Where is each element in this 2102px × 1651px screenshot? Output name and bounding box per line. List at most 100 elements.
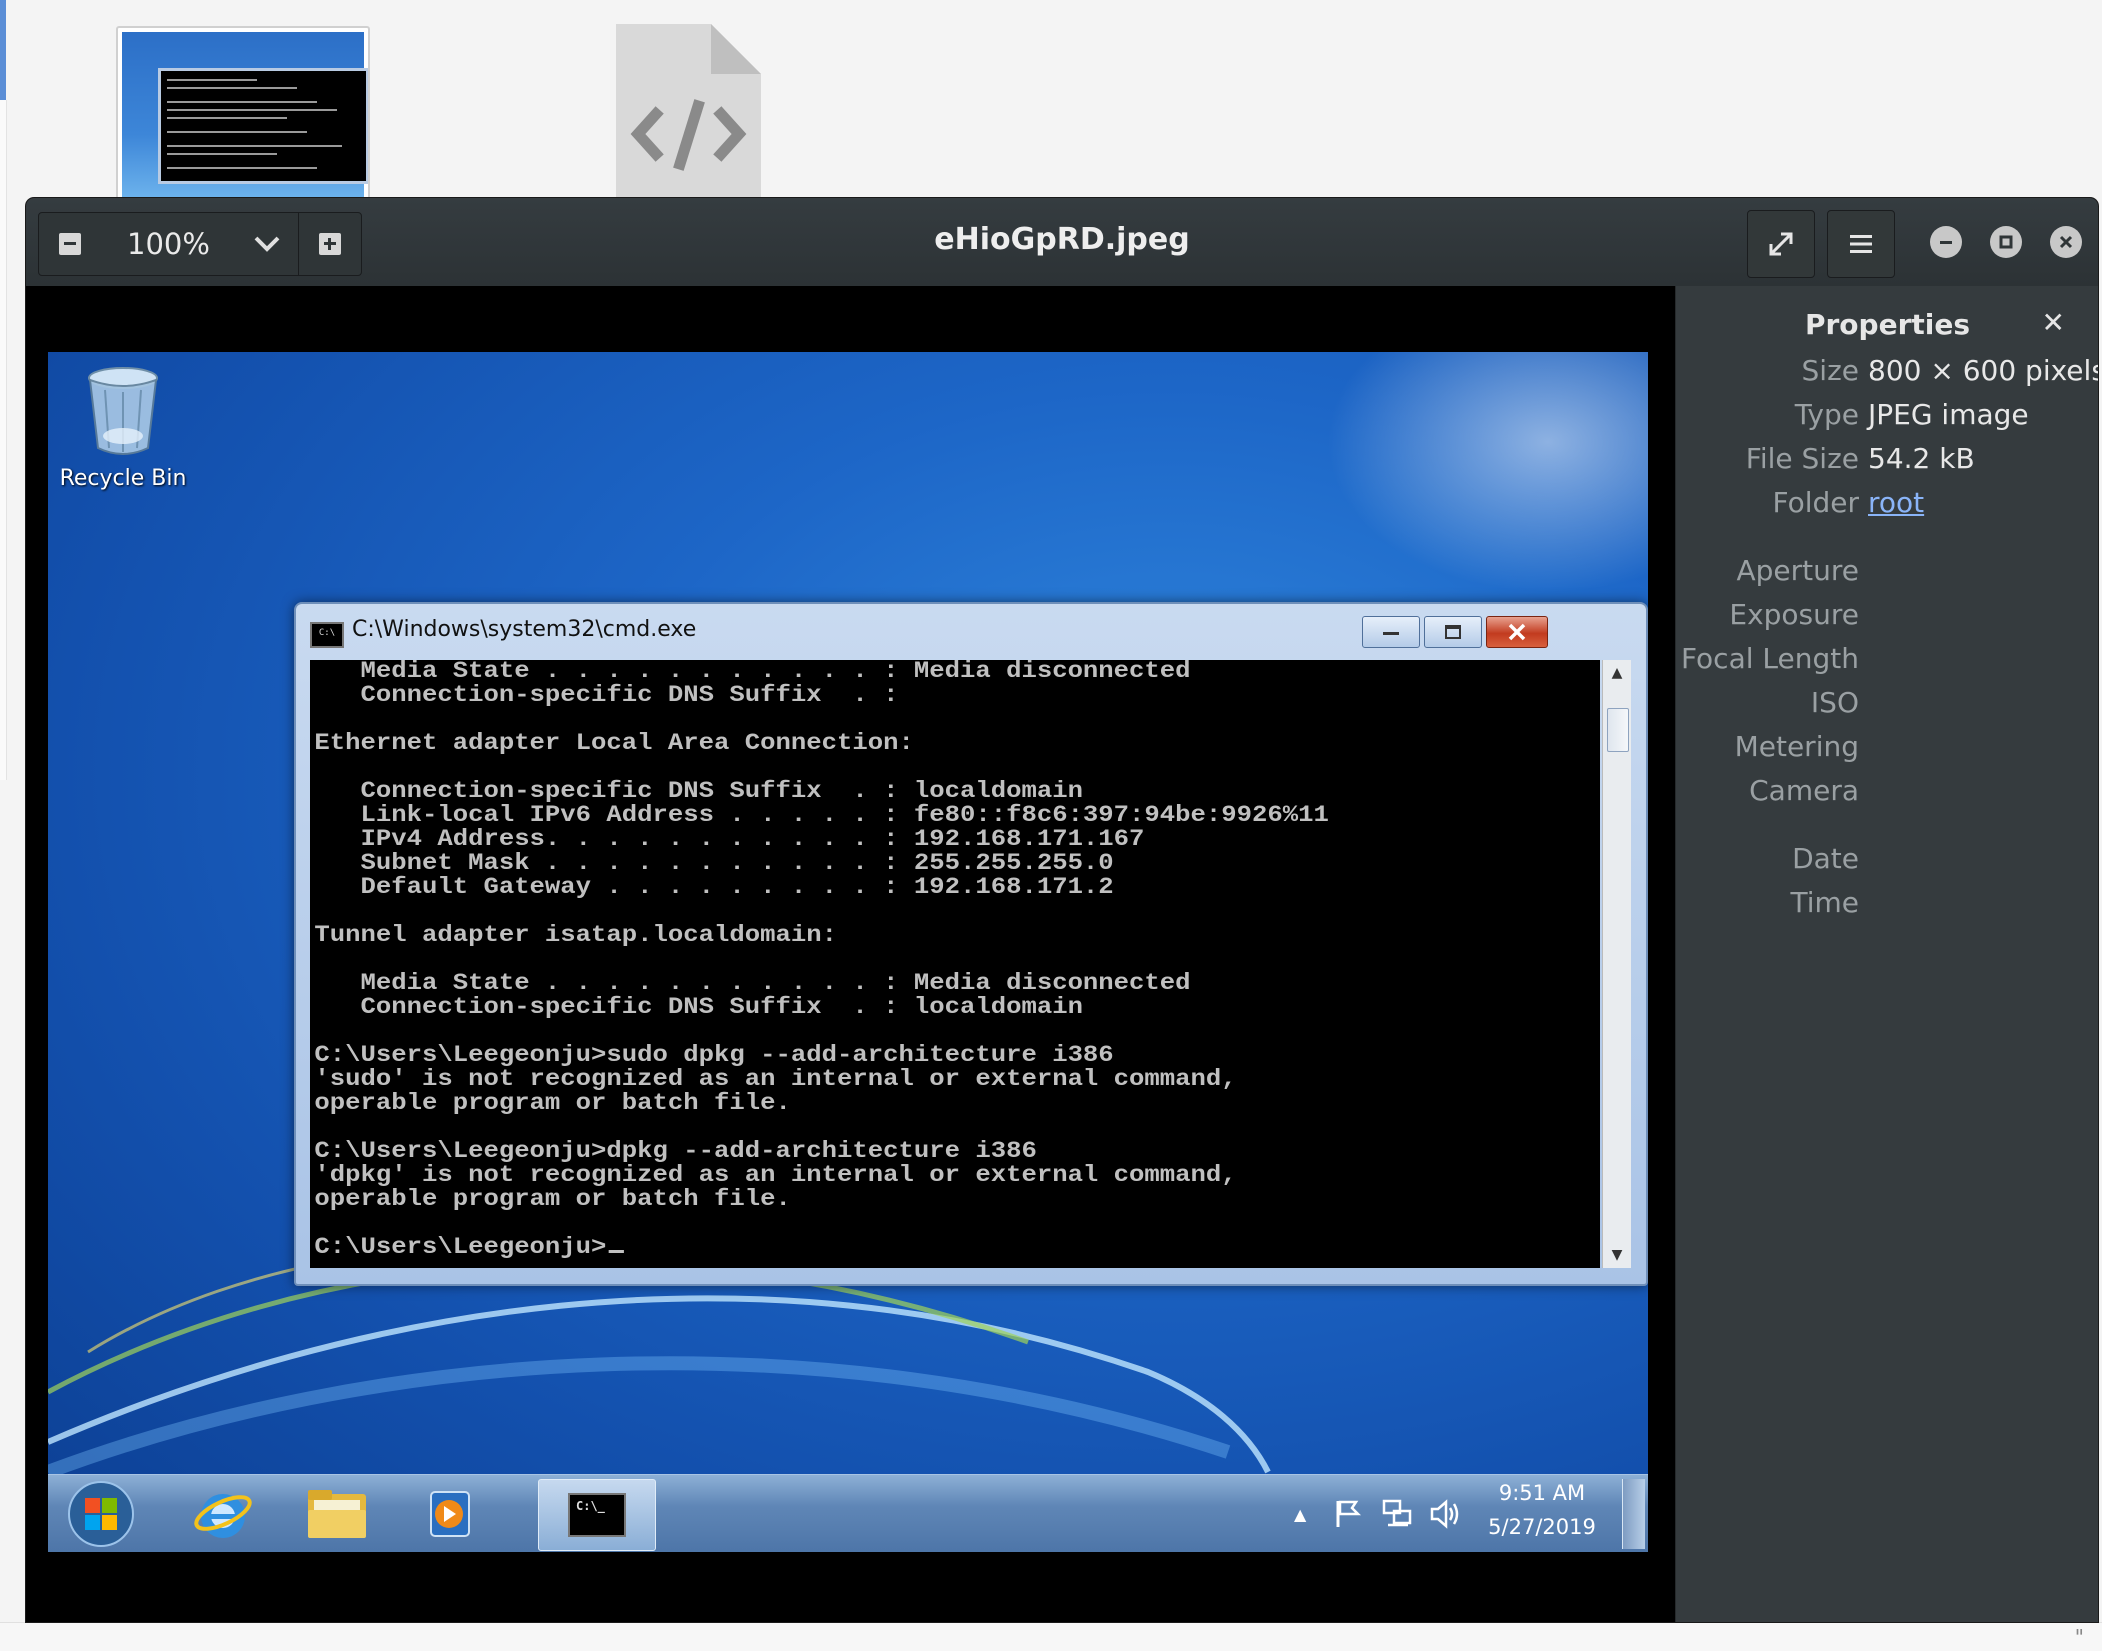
console-line: Connection-specific DNS Suffix . : local… bbox=[314, 778, 1083, 805]
property-value: 800 × 600 pixels bbox=[1868, 354, 2098, 387]
taskbar: C:\_ ▲ 9:51 AM 5/27/2019 bbox=[48, 1474, 1648, 1552]
taskbar-explorer[interactable] bbox=[282, 1479, 392, 1549]
thumbnail-console bbox=[158, 68, 368, 184]
file-thumbnail-code[interactable] bbox=[616, 24, 761, 202]
zoom-dropdown-button[interactable] bbox=[236, 213, 299, 275]
property-value: JPEG image bbox=[1868, 398, 2029, 431]
property-label: Date bbox=[1792, 842, 1859, 875]
show-hidden-icons-arrow-icon[interactable]: ▲ bbox=[1294, 1505, 1306, 1524]
file-manager-edge-accent bbox=[0, 0, 6, 100]
zoom-level[interactable]: 100% bbox=[101, 227, 236, 261]
maximize-icon bbox=[1999, 235, 2013, 249]
cmd-maximize-button[interactable] bbox=[1424, 616, 1482, 648]
recycle-bin-desktop-icon[interactable]: Recycle Bin bbox=[58, 364, 188, 491]
show-desktop-button[interactable] bbox=[1622, 1479, 1645, 1549]
scroll-up-arrow-icon[interactable]: ▲ bbox=[1603, 660, 1631, 686]
hamburger-menu-icon bbox=[1850, 235, 1872, 253]
property-row: Time bbox=[1676, 886, 2098, 926]
internet-explorer-icon bbox=[194, 1494, 252, 1538]
recycle-bin-label: Recycle Bin bbox=[59, 466, 187, 491]
taskbar-internet-explorer[interactable] bbox=[168, 1479, 278, 1549]
console-line: C:\Users\Leegeonju>dpkg --add-architectu… bbox=[314, 1138, 1037, 1165]
zoom-control: 100% bbox=[38, 212, 362, 276]
start-button[interactable] bbox=[48, 1479, 154, 1549]
clock-date[interactable]: 5/27/2019 bbox=[1480, 1515, 1604, 1539]
property-label: Metering bbox=[1734, 730, 1859, 763]
viewer-headerbar: 100% eHioGpRD.jpeg bbox=[26, 198, 2098, 287]
cmd-minimize-button[interactable] bbox=[1362, 616, 1420, 648]
media-player-icon bbox=[430, 1491, 470, 1537]
properties-panel: Properties ✕ Size 800 × 600 pixels Type JPE… bbox=[1675, 286, 2098, 1622]
fullscreen-button[interactable] bbox=[1747, 210, 1815, 278]
property-row: Type JPEG image bbox=[1676, 398, 2098, 438]
chevron-down-icon bbox=[254, 236, 280, 252]
console-line: Ethernet adapter Local Area Connection: bbox=[314, 730, 914, 757]
displayed-screenshot: Recycle Bin C:\ C:\Windows\system32\cmd.… bbox=[48, 352, 1648, 1552]
corner-glyph: " bbox=[2074, 1625, 2084, 1649]
close-button[interactable] bbox=[2050, 226, 2082, 258]
property-row: Folder root bbox=[1676, 486, 2098, 526]
property-label: ISO bbox=[1810, 686, 1859, 719]
taskbar-cmd-active[interactable]: C:\_ bbox=[538, 1479, 656, 1551]
console-line: Subnet Mask . . . . . . . . . . . : 255.… bbox=[314, 850, 1114, 877]
cmd-close-button[interactable] bbox=[1486, 616, 1548, 648]
minimize-button[interactable] bbox=[1930, 226, 1962, 258]
console-line: 'dpkg' is not recognized as an internal … bbox=[314, 1162, 1237, 1189]
file-thumbnail-image[interactable] bbox=[116, 26, 370, 205]
volume-icon[interactable] bbox=[1428, 1497, 1464, 1531]
file-manager-edge bbox=[0, 100, 7, 780]
scroll-thumb[interactable] bbox=[1607, 708, 1629, 752]
property-label: Exposure bbox=[1729, 598, 1859, 631]
image-canvas[interactable]: Recycle Bin C:\ C:\Windows\system32\cmd.… bbox=[26, 286, 1675, 1622]
maximize-icon bbox=[1445, 625, 1461, 639]
console-line: 'sudo' is not recognized as an internal … bbox=[314, 1066, 1237, 1093]
console-line: Link-local IPv6 Address . . . . . : fe80… bbox=[314, 802, 1329, 829]
properties-close-icon[interactable]: ✕ bbox=[2042, 306, 2065, 339]
menu-button[interactable] bbox=[1827, 210, 1895, 278]
property-label: Camera bbox=[1749, 774, 1859, 807]
minimize-icon bbox=[1383, 632, 1399, 635]
property-label: Aperture bbox=[1736, 554, 1859, 587]
code-file-icon bbox=[616, 24, 761, 202]
fullscreen-icon bbox=[1769, 232, 1793, 256]
console-line: C:\Users\Leegeonju> bbox=[314, 1234, 607, 1261]
scroll-down-arrow-icon[interactable]: ▼ bbox=[1603, 1242, 1631, 1268]
console-line: C:\Users\Leegeonju>sudo dpkg --add-archi… bbox=[314, 1042, 1114, 1069]
close-icon bbox=[1508, 623, 1526, 641]
zoom-in-button[interactable] bbox=[299, 213, 361, 275]
property-row: Size 800 × 600 pixels bbox=[1676, 354, 2098, 394]
property-label: File Size bbox=[1745, 442, 1859, 475]
file-manager-bottom: " bbox=[0, 1622, 2102, 1651]
console-cursor bbox=[608, 1250, 624, 1253]
property-label: Folder bbox=[1772, 486, 1859, 519]
property-label: Type bbox=[1794, 398, 1859, 431]
console-line: IPv4 Address. . . . . . . . . . . : 192.… bbox=[314, 826, 1145, 853]
folder-link[interactable]: root bbox=[1868, 486, 1924, 519]
windows-orb-icon bbox=[68, 1481, 134, 1547]
property-row: Camera bbox=[1676, 774, 2098, 814]
property-row: Date bbox=[1676, 842, 2098, 882]
maximize-button[interactable] bbox=[1990, 226, 2022, 258]
minimize-icon bbox=[1940, 241, 1952, 244]
clock-time[interactable]: 9:51 AM bbox=[1480, 1481, 1604, 1505]
console-output[interactable]: Media State . . . . . . . . . . . : Medi… bbox=[310, 660, 1600, 1268]
thumbnail-desktop bbox=[122, 32, 368, 203]
console-line: operable program or batch file. bbox=[314, 1090, 791, 1117]
taskbar-media-player[interactable] bbox=[394, 1479, 504, 1549]
property-row: File Size 54.2 kB bbox=[1676, 442, 2098, 482]
property-value: 54.2 kB bbox=[1868, 442, 1975, 475]
console-line: Default Gateway . . . . . . . . . : 192.… bbox=[314, 874, 1114, 901]
network-icon[interactable] bbox=[1380, 1497, 1416, 1531]
console-scrollbar[interactable]: ▲ ▼ bbox=[1602, 660, 1631, 1268]
console-line: Connection-specific DNS Suffix . : bbox=[314, 682, 899, 709]
plus-icon bbox=[319, 233, 341, 255]
cmd-window[interactable]: C:\ C:\Windows\system32\cmd.exe Media St… bbox=[294, 602, 1648, 1286]
action-center-flag-icon[interactable] bbox=[1332, 1497, 1366, 1531]
zoom-out-button[interactable] bbox=[39, 213, 101, 275]
cmd-title: C:\Windows\system32\cmd.exe bbox=[352, 617, 697, 642]
console-line: operable program or batch file. bbox=[314, 1186, 791, 1213]
cmd-titlebar[interactable]: C:\ C:\Windows\system32\cmd.exe bbox=[296, 604, 1646, 658]
property-label: Focal Length bbox=[1680, 642, 1859, 675]
console-line: Connection-specific DNS Suffix . : local… bbox=[314, 994, 1083, 1021]
property-label: Time bbox=[1790, 886, 1859, 919]
